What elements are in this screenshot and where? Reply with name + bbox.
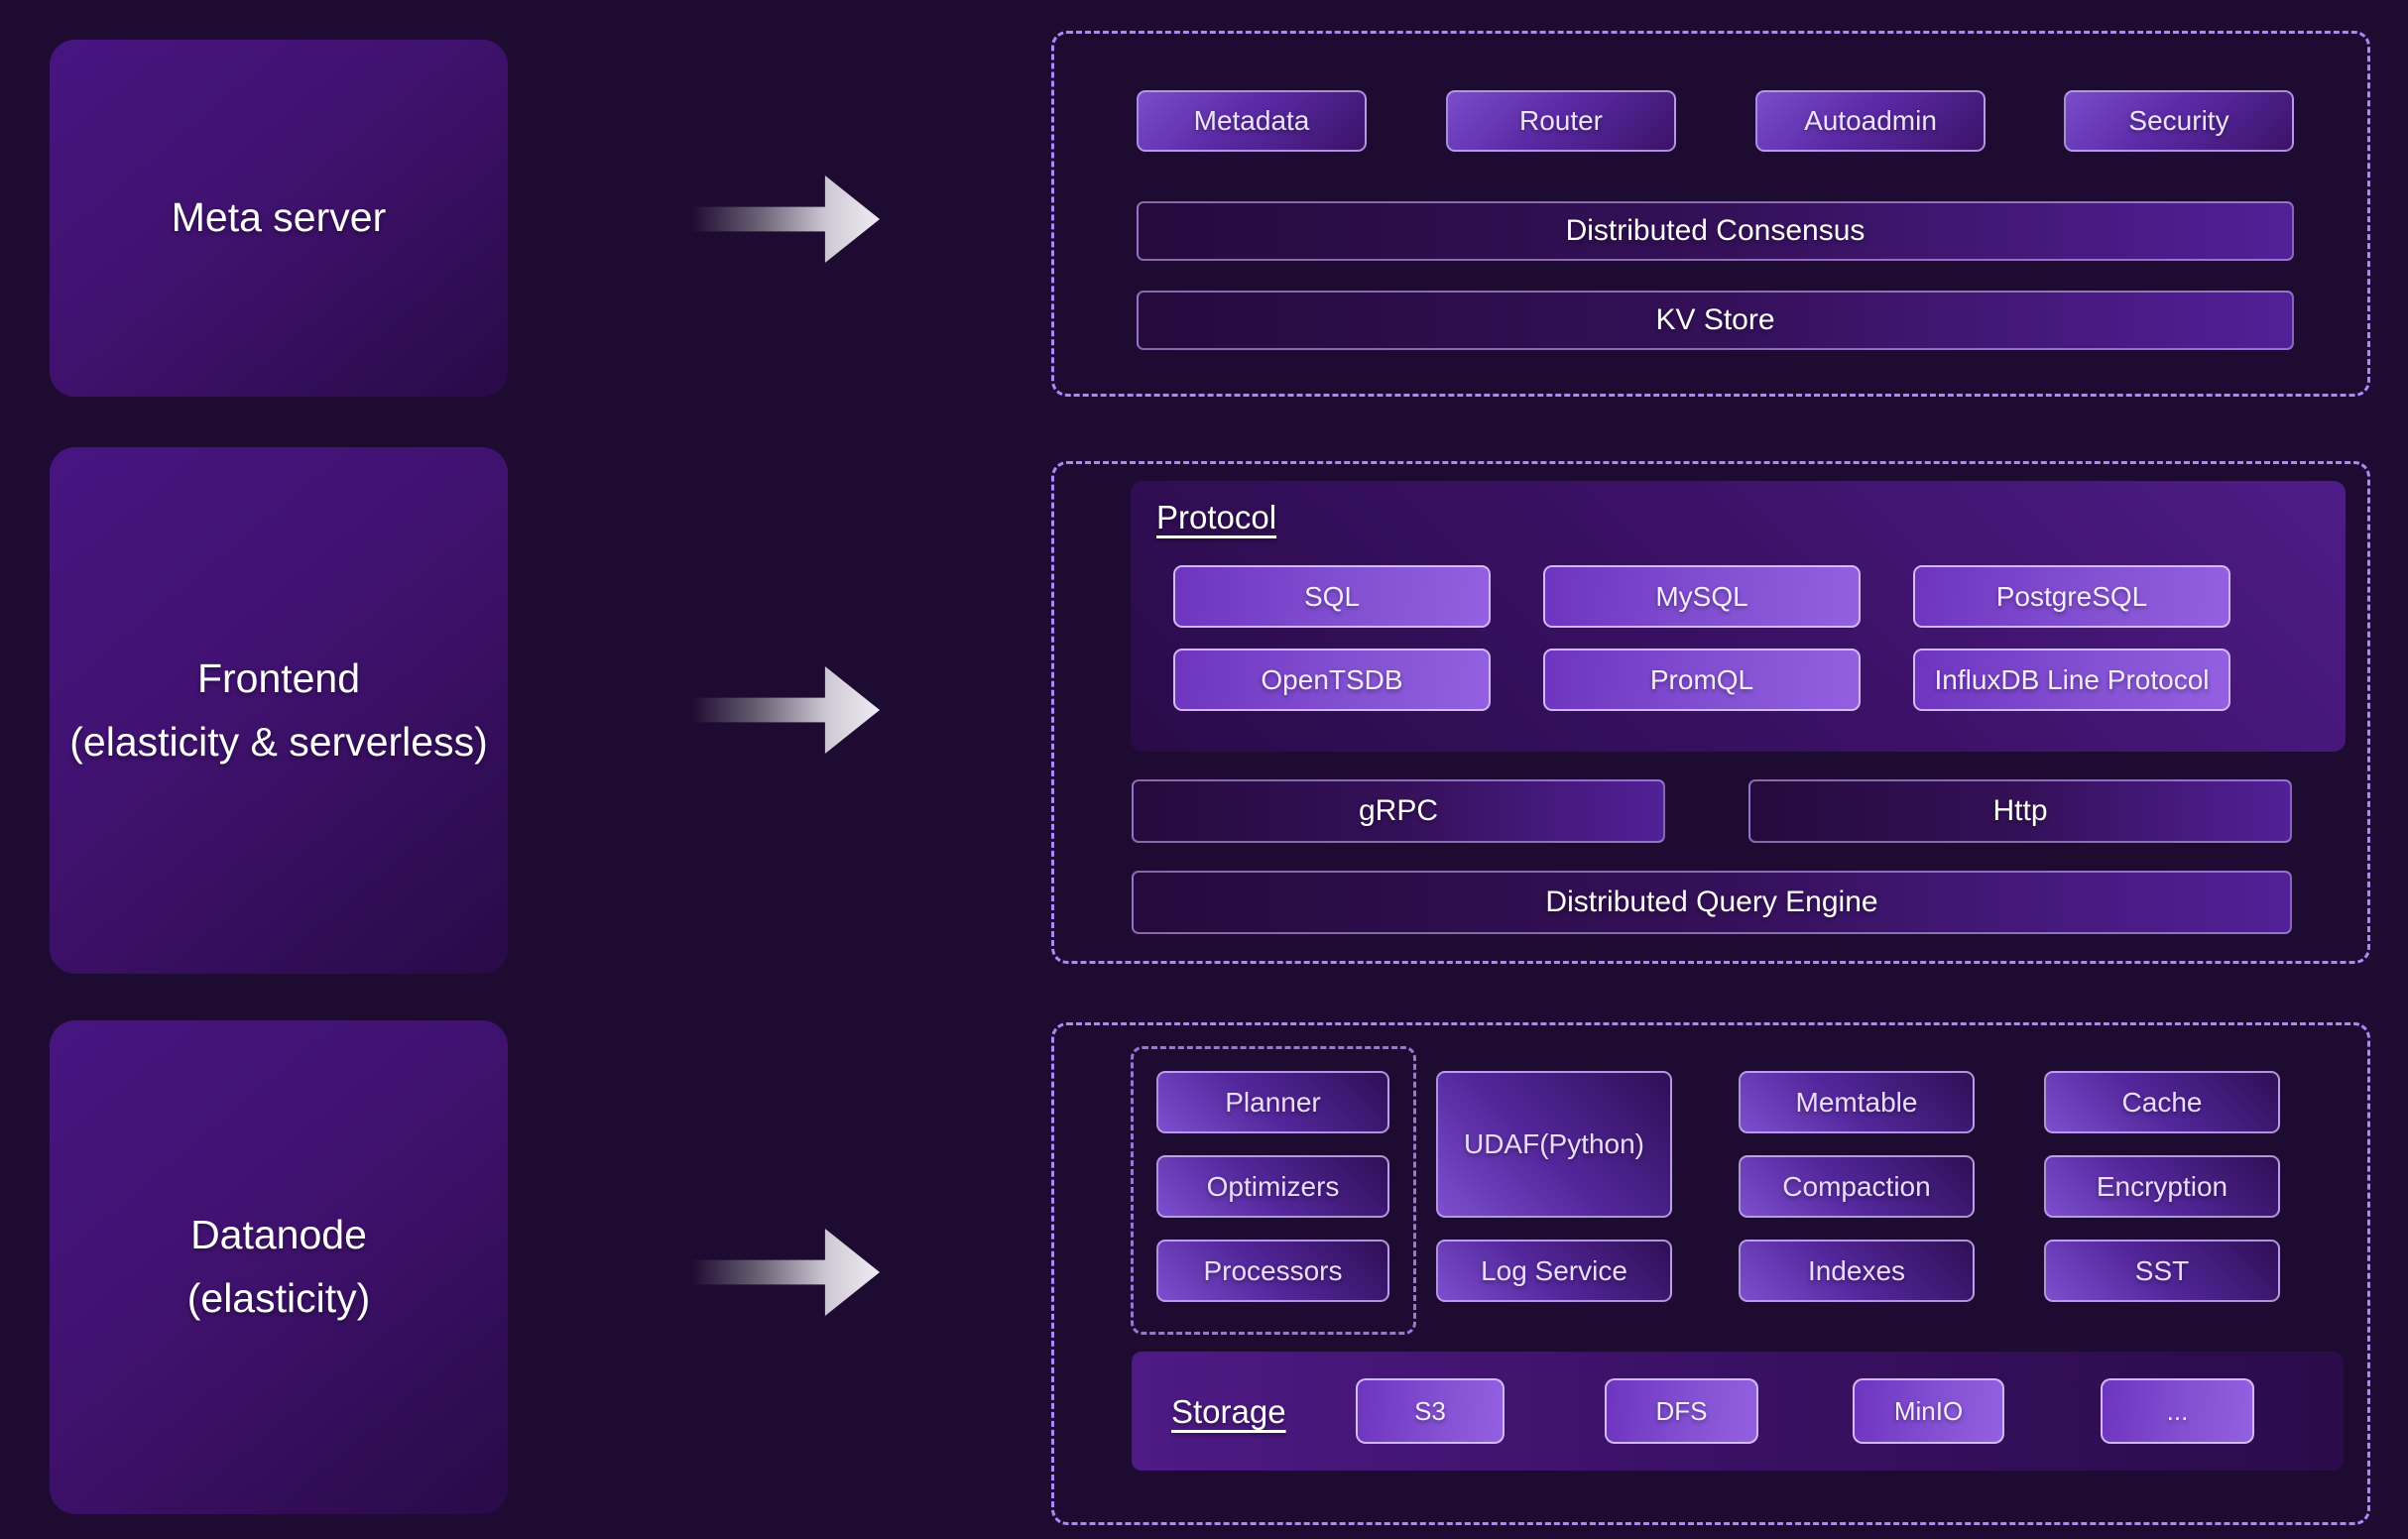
kv-store-bar: KV Store bbox=[1137, 291, 2294, 350]
influxdb-line-protocol-box: InfluxDB Line Protocol bbox=[1913, 649, 2230, 711]
architecture-diagram: { "palette": { "background": "#1e0b31", … bbox=[0, 0, 2408, 1539]
http-bar: Http bbox=[1748, 779, 2292, 843]
memtable-box: Memtable bbox=[1739, 1071, 1975, 1133]
s3-label: S3 bbox=[1414, 1396, 1446, 1427]
compaction-box: Compaction bbox=[1739, 1155, 1975, 1218]
distributed-query-engine-bar: Distributed Query Engine bbox=[1132, 871, 2292, 934]
sst-box: SST bbox=[2044, 1240, 2280, 1302]
frontend-label-line1: Frontend bbox=[197, 648, 360, 711]
processors-label: Processors bbox=[1203, 1255, 1342, 1287]
grpc-bar: gRPC bbox=[1132, 779, 1665, 843]
cache-box: Cache bbox=[2044, 1071, 2280, 1133]
storage-ellipsis-label: ... bbox=[2167, 1396, 2189, 1427]
meta-server-label: Meta server bbox=[172, 186, 386, 250]
frontend-label-line2: (elasticity & serverless) bbox=[69, 711, 487, 774]
datanode-box: Datanode (elasticity) bbox=[50, 1020, 508, 1514]
http-label: Http bbox=[1992, 794, 2047, 828]
log-service-box: Log Service bbox=[1436, 1240, 1672, 1302]
minio-box: MinIO bbox=[1853, 1378, 2004, 1444]
datanode-panel: Planner Optimizers Processors UDAF(Pytho… bbox=[1051, 1022, 2370, 1525]
metadata-box: Metadata bbox=[1137, 90, 1367, 152]
udaf-python-label: UDAF(Python) bbox=[1464, 1128, 1644, 1160]
planner-label: Planner bbox=[1225, 1087, 1321, 1119]
sql-box: SQL bbox=[1173, 565, 1491, 628]
mysql-label: MySQL bbox=[1655, 581, 1747, 613]
security-box: Security bbox=[2064, 90, 2294, 152]
dfs-box: DFS bbox=[1605, 1378, 1758, 1444]
opentsdb-box: OpenTSDB bbox=[1173, 649, 1491, 711]
meta-server-box: Meta server bbox=[50, 40, 508, 397]
security-label: Security bbox=[2128, 105, 2228, 137]
indexes-box: Indexes bbox=[1739, 1240, 1975, 1302]
frontend-box: Frontend (elasticity & serverless) bbox=[50, 447, 508, 974]
processors-box: Processors bbox=[1156, 1240, 1389, 1302]
optimizers-label: Optimizers bbox=[1207, 1171, 1340, 1203]
protocol-label: Protocol bbox=[1156, 499, 1276, 536]
storage-ellipsis-box: ... bbox=[2101, 1378, 2254, 1444]
datanode-label-line1: Datanode bbox=[190, 1204, 367, 1267]
arrow-meta-icon bbox=[691, 176, 880, 263]
encryption-label: Encryption bbox=[2097, 1171, 2227, 1203]
distributed-consensus-bar: Distributed Consensus bbox=[1137, 201, 2294, 261]
kv-store-label: KV Store bbox=[1655, 303, 1774, 337]
indexes-label: Indexes bbox=[1808, 1255, 1905, 1287]
sst-label: SST bbox=[2135, 1255, 2189, 1287]
frontend-panel: Protocol SQL MySQL PostgreSQL OpenTSDB P… bbox=[1051, 461, 2370, 964]
datanode-label-line2: (elasticity) bbox=[187, 1267, 371, 1331]
distributed-query-engine-label: Distributed Query Engine bbox=[1545, 886, 1877, 919]
opentsdb-label: OpenTSDB bbox=[1261, 664, 1402, 696]
udaf-python-box: UDAF(Python) bbox=[1436, 1071, 1672, 1218]
promql-box: PromQL bbox=[1543, 649, 1861, 711]
s3-box: S3 bbox=[1356, 1378, 1505, 1444]
autoadmin-label: Autoadmin bbox=[1804, 105, 1937, 137]
cache-label: Cache bbox=[2122, 1087, 2203, 1119]
arrow-datanode-icon bbox=[691, 1229, 880, 1316]
memtable-label: Memtable bbox=[1796, 1087, 1918, 1119]
minio-label: MinIO bbox=[1894, 1396, 1963, 1427]
storage-label: Storage bbox=[1171, 1393, 1286, 1431]
planner-box: Planner bbox=[1156, 1071, 1389, 1133]
influxdb-line-protocol-label: InfluxDB Line Protocol bbox=[1934, 664, 2209, 696]
promql-label: PromQL bbox=[1650, 664, 1753, 696]
postgresql-label: PostgreSQL bbox=[1996, 581, 2148, 613]
grpc-label: gRPC bbox=[1359, 794, 1438, 828]
encryption-box: Encryption bbox=[2044, 1155, 2280, 1218]
protocol-panel: Protocol SQL MySQL PostgreSQL OpenTSDB P… bbox=[1131, 481, 2346, 752]
autoadmin-box: Autoadmin bbox=[1755, 90, 1986, 152]
router-label: Router bbox=[1519, 105, 1603, 137]
sql-label: SQL bbox=[1304, 581, 1360, 613]
log-service-label: Log Service bbox=[1481, 1255, 1627, 1287]
compaction-label: Compaction bbox=[1782, 1171, 1930, 1203]
optimizers-box: Optimizers bbox=[1156, 1155, 1389, 1218]
distributed-consensus-label: Distributed Consensus bbox=[1566, 214, 1866, 248]
postgresql-box: PostgreSQL bbox=[1913, 565, 2230, 628]
metadata-label: Metadata bbox=[1194, 105, 1310, 137]
mysql-box: MySQL bbox=[1543, 565, 1861, 628]
meta-server-panel: Metadata Router Autoadmin Security Distr… bbox=[1051, 31, 2370, 397]
storage-panel: Storage S3 DFS MinIO ... bbox=[1132, 1352, 2344, 1471]
arrow-frontend-icon bbox=[691, 666, 880, 754]
dfs-label: DFS bbox=[1656, 1396, 1708, 1427]
router-box: Router bbox=[1446, 90, 1676, 152]
